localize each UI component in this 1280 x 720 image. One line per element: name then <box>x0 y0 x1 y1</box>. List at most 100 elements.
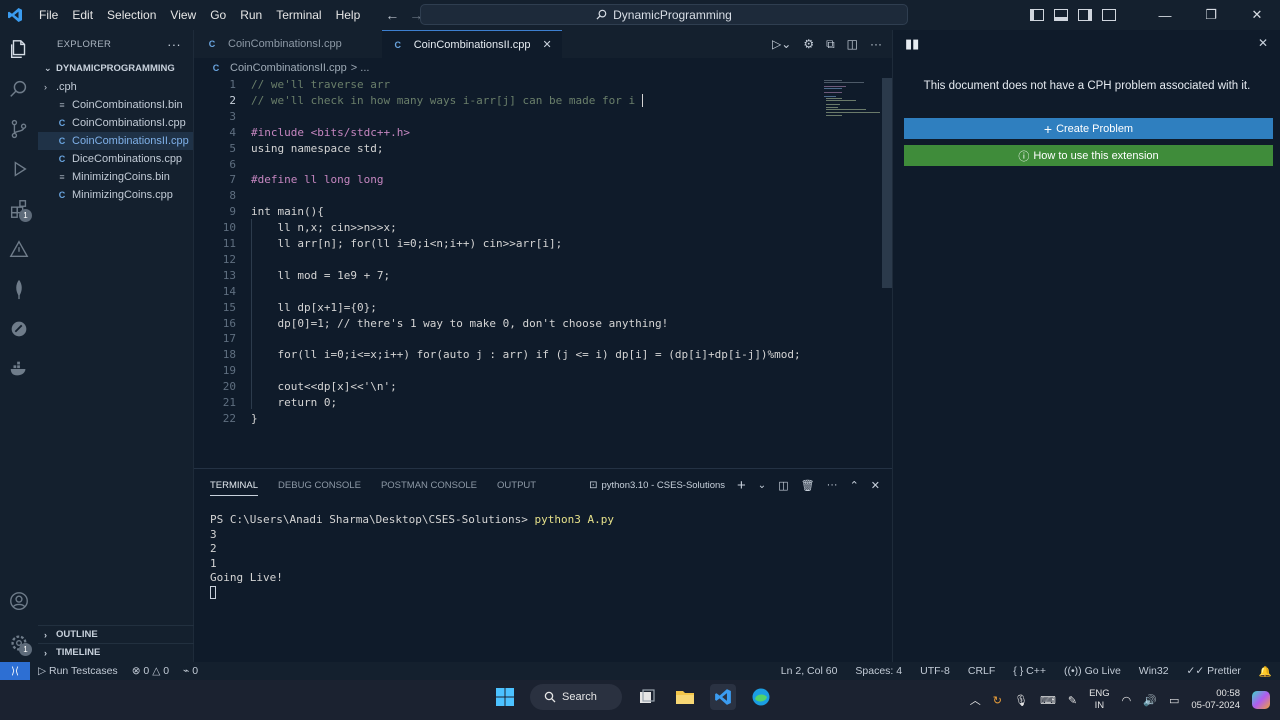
more-actions-icon[interactable]: ··· <box>167 37 181 52</box>
run-testcases-button[interactable]: ▷ Run Testcases <box>38 665 118 677</box>
split-terminal-icon[interactable]: ◫ <box>778 479 788 492</box>
workspace-folder-header[interactable]: ⌄ DYNAMICPROGRAMMING <box>38 58 193 78</box>
search-icon[interactable] <box>0 70 38 108</box>
volume-icon[interactable]: 🔊 <box>1143 694 1157 707</box>
taskbar-search[interactable]: Search <box>530 684 622 710</box>
tab-coincombinationsII[interactable]: C CoinCombinationsII.cpp ✕ <box>381 30 562 58</box>
code-line[interactable]: 19 <box>194 363 882 379</box>
notifications-bell-icon[interactable]: 🔔 <box>1259 665 1272 678</box>
code-line[interactable]: 13 ll mod = 1e9 + 7; <box>194 268 882 284</box>
close-window-button[interactable]: ✕ <box>1234 0 1280 30</box>
source-control-icon[interactable] <box>0 110 38 148</box>
code-line[interactable]: 14 <box>194 284 882 300</box>
timeline-section[interactable]: › TIMELINE <box>38 643 194 661</box>
code-line[interactable]: 6 <box>194 157 882 173</box>
manage-gear-icon[interactable]: 1 <box>0 624 38 662</box>
code-line[interactable]: 10 ll n,x; cin>>n>>x; <box>194 220 882 236</box>
mongodb-leaf-icon[interactable] <box>0 270 38 308</box>
pen-icon[interactable]: ✎ <box>1068 694 1077 707</box>
minimap[interactable] <box>818 78 882 118</box>
windows-start-icon[interactable] <box>492 684 518 710</box>
chevron-down-icon[interactable]: ⌄ <box>758 480 766 491</box>
outline-section[interactable]: › OUTLINE <box>38 625 194 643</box>
menu-selection[interactable]: Selection <box>100 0 163 30</box>
maximize-panel-chevron-up-icon[interactable]: ⌃ <box>850 479 859 492</box>
show-hidden-icons-chevron-icon[interactable]: ︿ <box>970 692 981 708</box>
code-line[interactable]: 4 #include <bits/stdc++.h> <box>194 125 882 141</box>
sync-icon[interactable]: ↻ <box>993 694 1002 707</box>
breadcrumb-symbol[interactable]: > ... <box>351 62 370 74</box>
code-line[interactable]: 3 <box>194 109 882 125</box>
code-line[interactable]: 22} <box>194 411 882 427</box>
tree-folder-cph[interactable]: › .cph <box>38 78 193 96</box>
code-line[interactable]: 5 using namespace std; <box>194 141 882 157</box>
battery-icon[interactable]: ▭ <box>1169 694 1179 707</box>
tab-coincombinationsI[interactable]: C CoinCombinationsI.cpp <box>194 30 382 58</box>
edge-browser-icon[interactable] <box>748 684 774 710</box>
tab-debug-console[interactable]: DEBUG CONSOLE <box>278 480 361 491</box>
wifi-icon[interactable]: ◠ <box>1122 694 1132 707</box>
code-line[interactable]: 16 dp[0]=1; // there's 1 way to make 0, … <box>194 316 882 332</box>
code-line[interactable]: 18 for(ll i=0;i<=x;i++) for(auto j : arr… <box>194 347 882 363</box>
encoding[interactable]: UTF-8 <box>920 665 950 677</box>
keyboard-icon[interactable]: ⌨ <box>1040 694 1056 707</box>
close-panel-icon[interactable]: ✕ <box>871 479 880 492</box>
how-to-use-button[interactable]: ⓘ How to use this extension <box>904 145 1273 166</box>
code-line[interactable]: 7 #define ll long long <box>194 172 882 188</box>
microphone-icon[interactable]: 🎙 <box>1014 694 1028 707</box>
code-line[interactable]: 8 <box>194 188 882 204</box>
postman-icon[interactable] <box>0 310 38 348</box>
code-line[interactable]: 1 // we'll traverse arr <box>194 77 882 93</box>
settings-gear-icon[interactable]: ⚙ <box>803 37 814 51</box>
line-ending[interactable]: CRLF <box>968 665 995 677</box>
menu-view[interactable]: View <box>163 0 203 30</box>
editor-scrollbar[interactable] <box>882 78 892 288</box>
create-problem-button[interactable]: + Create Problem <box>904 118 1273 139</box>
accounts-icon[interactable] <box>0 582 38 620</box>
terminal-output[interactable]: PS C:\Users\Anadi Sharma\Desktop\CSES-So… <box>210 513 614 600</box>
input-language[interactable]: ENG IN <box>1089 688 1110 712</box>
maximize-button[interactable]: ❐ <box>1188 0 1234 30</box>
tree-file-active[interactable]: C CoinCombinationsII.cpp <box>38 132 193 150</box>
kill-terminal-trash-icon[interactable]: 🗑 <box>801 479 815 492</box>
toggle-primary-sidebar-icon[interactable] <box>1030 9 1044 21</box>
menu-edit[interactable]: Edit <box>65 0 100 30</box>
toggle-secondary-sidebar-icon[interactable] <box>1078 9 1092 21</box>
system-clock[interactable]: 00:58 05-07-2024 <box>1191 688 1240 712</box>
tree-file[interactable]: ≡ MinimizingCoins.bin <box>38 168 193 186</box>
code-line[interactable]: 21 return 0; <box>194 395 882 411</box>
tab-output[interactable]: OUTPUT <box>497 480 536 491</box>
code-line[interactable]: 2 // we'll check in how many ways i-arr[j… <box>194 93 882 109</box>
minimize-button[interactable]: — <box>1142 0 1188 30</box>
run-code-icon[interactable]: ▷⌄ <box>772 37 791 51</box>
go-live-button[interactable]: ((•)) Go Live <box>1064 665 1121 677</box>
extensions-icon[interactable]: 1 <box>0 190 38 228</box>
vscode-taskbar-icon[interactable] <box>710 684 736 710</box>
indentation[interactable]: Spaces: 4 <box>855 665 902 677</box>
tree-file[interactable]: C CoinCombinationsI.cpp <box>38 114 193 132</box>
language-mode[interactable]: { } C++ <box>1013 665 1046 677</box>
code-line[interactable]: 15 ll dp[x+1]={0}; <box>194 300 882 316</box>
code-editor[interactable]: 1 // we'll traverse arr 2 // we'll check in… <box>194 76 882 468</box>
code-line[interactable]: 11 ll arr[n]; for(ll i=0;i<n;i++) cin>>a… <box>194 236 882 252</box>
cursor-position[interactable]: Ln 2, Col 60 <box>781 665 838 677</box>
run-debug-icon[interactable] <box>0 150 38 188</box>
menu-go[interactable]: Go <box>203 0 233 30</box>
prettier-status[interactable]: ✓✓ Prettier <box>1187 665 1241 677</box>
command-center[interactable]: DynamicProgramming <box>420 4 908 25</box>
menu-run[interactable]: Run <box>233 0 269 30</box>
more-actions-icon[interactable]: ··· <box>827 479 838 491</box>
tree-file[interactable]: C DiceCombinations.cpp <box>38 150 193 168</box>
code-line[interactable]: 12 <box>194 252 882 268</box>
new-terminal-icon[interactable]: + <box>737 477 746 494</box>
close-tab-icon[interactable]: ✕ <box>543 38 552 51</box>
tab-postman-console[interactable]: POSTMAN CONSOLE <box>381 480 477 491</box>
toggle-panel-icon[interactable] <box>1054 9 1068 21</box>
code-line[interactable]: 20 cout<<dp[x]<<'\n'; <box>194 379 882 395</box>
code-line[interactable]: 9 int main(){ <box>194 204 882 220</box>
menu-help[interactable]: Help <box>329 0 368 30</box>
tree-file[interactable]: ≡ CoinCombinationsI.bin <box>38 96 193 114</box>
tab-terminal[interactable]: TERMINAL <box>210 480 259 496</box>
close-panel-icon[interactable]: ✕ <box>1258 36 1268 50</box>
copilot-icon[interactable] <box>1252 691 1270 709</box>
